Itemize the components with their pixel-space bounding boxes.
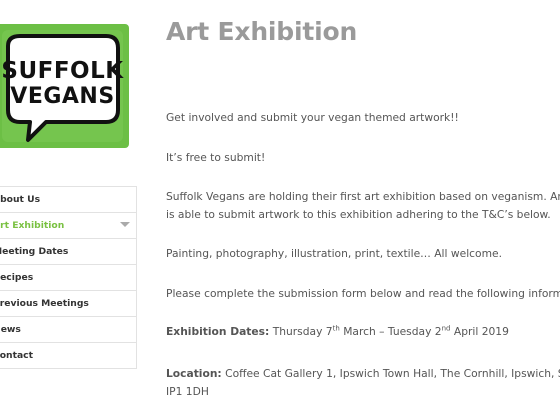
dates-sup-1: th <box>332 324 340 333</box>
dates-text-2: March – Tuesday 2 <box>339 325 442 338</box>
dates-label: Exhibition Dates: <box>166 325 270 338</box>
intro-paragraph: Get involved and submit your vegan theme… <box>166 111 459 124</box>
location-line1: Coffee Cat Gallery 1, Ipswich Town Hall,… <box>221 367 560 380</box>
chevron-down-icon[interactable] <box>120 222 130 227</box>
logo-text-line1: SUFFOLK <box>1 58 124 84</box>
sidebar-item-label: Art Exhibition <box>0 220 65 231</box>
sidebar-item-label: Contact <box>0 350 34 361</box>
dates-text-3: April 2019 <box>450 325 509 338</box>
sidebar-menu: About Us Art Exhibition Meeting Dates Re… <box>0 186 137 369</box>
sidebar-item-label: About Us <box>0 194 41 205</box>
dates-text-1: Thursday 7 <box>269 325 333 338</box>
sidebar-item-news[interactable]: News <box>0 317 136 343</box>
sidebar-item-contact[interactable]: Contact <box>0 343 136 369</box>
sidebar-item-about-us[interactable]: About Us <box>0 187 136 213</box>
site-logo[interactable]: SUFFOLK VEGANS <box>0 22 131 150</box>
media-paragraph: Painting, photography, illustration, pri… <box>166 247 502 260</box>
sidebar-item-label: Meeting Dates <box>0 246 69 257</box>
page-title: Art Exhibition <box>166 17 358 46</box>
free-submit-paragraph: It’s free to submit! <box>166 151 266 164</box>
sidebar-item-label: Recipes <box>0 272 34 283</box>
description-line2: is able to submit artwork to this exhibi… <box>166 207 551 221</box>
exhibition-description: Suffolk Vegans are holding their first a… <box>166 188 560 223</box>
logo-text-line2: VEGANS <box>10 84 115 109</box>
sidebar-item-label: Previous Meetings <box>0 298 89 309</box>
form-instructions: Please complete the submission form belo… <box>166 287 560 300</box>
location-line2: IP1 1DH <box>166 384 209 398</box>
exhibition-location: Location: Coffee Cat Gallery 1, Ipswich … <box>166 365 560 400</box>
sidebar-item-label: News <box>0 324 21 335</box>
sidebar-item-meeting-dates[interactable]: Meeting Dates <box>0 239 136 265</box>
sidebar-item-recipes[interactable]: Recipes <box>0 265 136 291</box>
description-line1: Suffolk Vegans are holding their first a… <box>166 190 560 203</box>
exhibition-dates: Exhibition Dates: Thursday 7th March – T… <box>166 323 560 341</box>
location-label: Location: <box>166 367 222 380</box>
sidebar-item-previous-meetings[interactable]: Previous Meetings <box>0 291 136 317</box>
sidebar-item-art-exhibition[interactable]: Art Exhibition <box>0 213 136 239</box>
